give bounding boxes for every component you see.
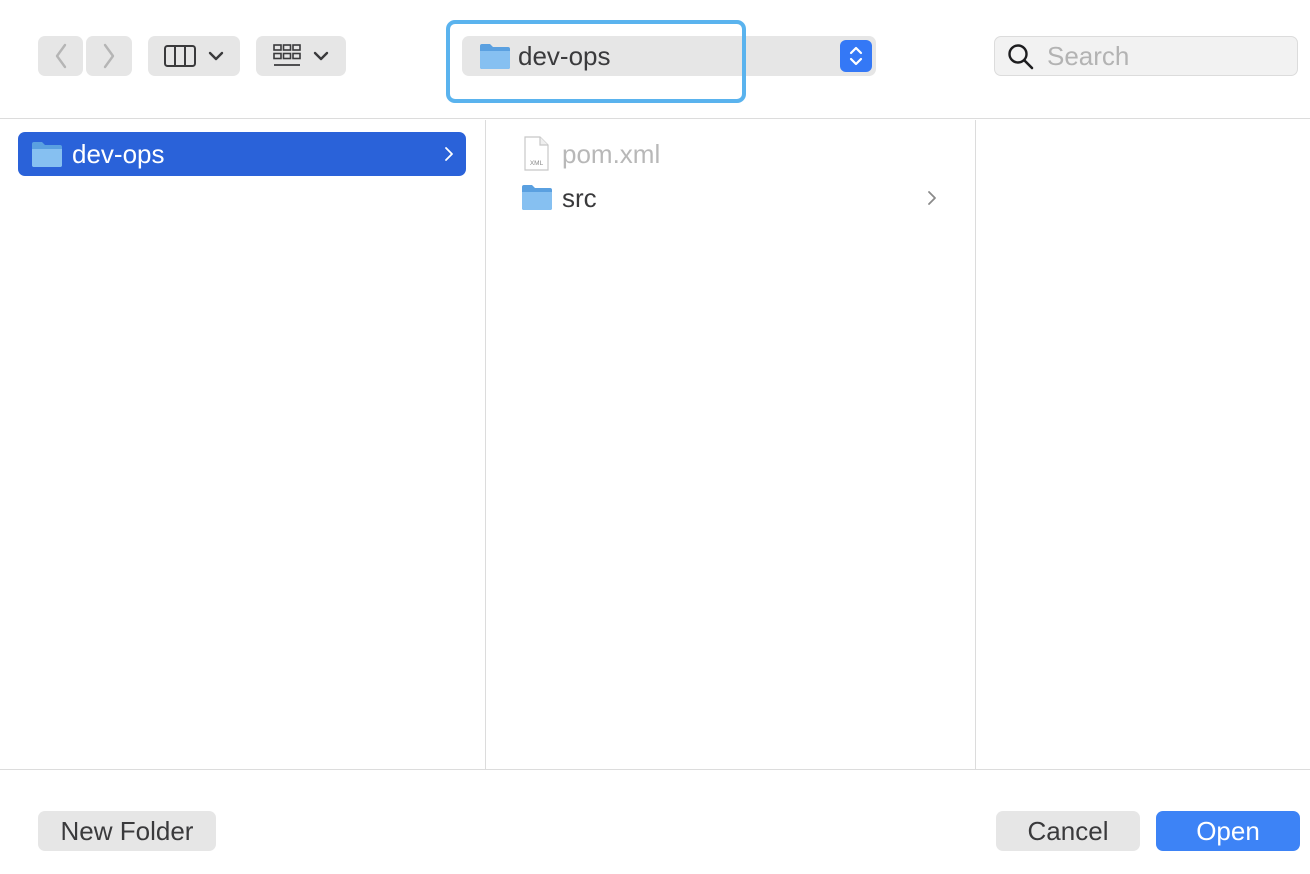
- item-name: dev-ops: [72, 139, 165, 169]
- chevron-right-icon: [928, 191, 936, 205]
- list-item-pom-xml: XML pom.xml: [517, 132, 967, 176]
- column-view-button[interactable]: [148, 36, 240, 76]
- svg-text:XML: XML: [530, 160, 544, 167]
- new-folder-button[interactable]: New Folder: [38, 811, 216, 851]
- chevron-down-icon: [208, 51, 224, 61]
- back-button[interactable]: [38, 36, 83, 76]
- column-2: XML pom.xml src: [487, 120, 976, 769]
- column-1: dev-ops: [0, 120, 486, 769]
- group-view-button[interactable]: [256, 36, 346, 76]
- up-down-chevron-icon: [849, 46, 863, 66]
- search-input[interactable]: [1047, 41, 1287, 71]
- grid-icon: [273, 44, 301, 66]
- forward-button[interactable]: [86, 36, 132, 76]
- chevron-right-icon: [103, 43, 115, 69]
- path-label: dev-ops: [518, 41, 611, 71]
- column-browser: dev-ops XML pom.xml src: [0, 120, 1310, 769]
- chevron-right-icon: [445, 147, 453, 161]
- chevron-down-icon: [313, 51, 329, 61]
- cancel-button[interactable]: Cancel: [996, 811, 1140, 851]
- item-name: src: [562, 183, 597, 213]
- search-icon: [1008, 44, 1034, 70]
- xml-file-icon: XML: [524, 136, 549, 171]
- list-item-src[interactable]: src: [517, 176, 967, 220]
- open-button[interactable]: Open: [1156, 811, 1300, 851]
- folder-icon: [32, 142, 62, 167]
- folder-icon: [480, 44, 510, 69]
- path-stepper[interactable]: [840, 40, 872, 72]
- chevron-left-icon: [55, 43, 66, 69]
- search-field[interactable]: [994, 36, 1298, 76]
- column-3: [977, 120, 1310, 769]
- item-name: pom.xml: [562, 139, 661, 169]
- list-item-dev-ops[interactable]: dev-ops: [18, 132, 466, 176]
- columns-icon: [164, 45, 196, 67]
- toolbar: dev-ops: [0, 0, 1310, 119]
- path-popup[interactable]: dev-ops: [462, 36, 876, 76]
- folder-icon: [522, 185, 552, 210]
- footer-bar: New Folder Cancel Open: [0, 769, 1310, 874]
